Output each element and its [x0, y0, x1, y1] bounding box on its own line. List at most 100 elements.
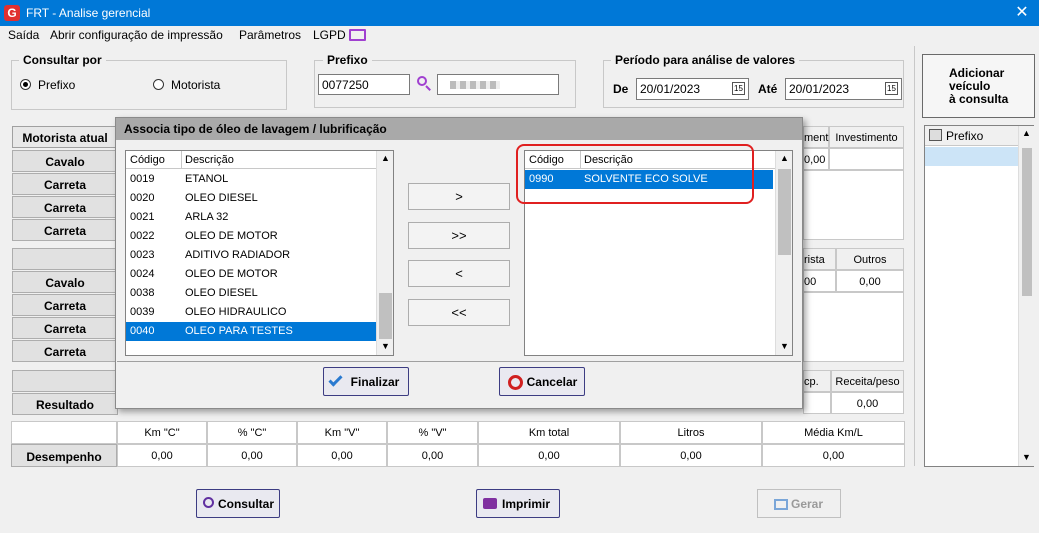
grid-header: Código Descrição	[126, 151, 376, 169]
de-label: De	[613, 82, 629, 96]
desempenho-value: 0,00	[207, 444, 297, 467]
calendar-icon[interactable]: 15	[732, 82, 745, 95]
carreta-button[interactable]: Carreta	[12, 173, 118, 195]
carreta-button[interactable]: Carreta	[12, 196, 118, 218]
menu-parametros[interactable]: Parâmetros	[239, 28, 301, 42]
menu-saida[interactable]: Saída	[8, 28, 39, 42]
prefixo-legend: Prefixo	[323, 53, 372, 67]
desempenho-value: 0,00	[117, 444, 207, 467]
prefixo-list[interactable]: Prefixo ▲ ▼	[924, 125, 1034, 467]
periodo-legend: Período para análise de valores	[611, 53, 800, 67]
cancelar-button[interactable]: Cancelar	[499, 367, 585, 396]
prefixo-list-header-label: Prefixo	[946, 129, 984, 143]
printer-icon	[483, 498, 497, 509]
selected-oils-scrollbar[interactable]: ▲ ▼	[775, 151, 792, 355]
resultado-button[interactable]: Resultado	[12, 393, 118, 415]
oil-row[interactable]: 0019 ETANOL	[126, 170, 376, 189]
cavalo-button[interactable]: Cavalo	[12, 271, 118, 293]
oil-row[interactable]: 0040 OLEO PARA TESTES	[126, 322, 376, 341]
carreta-button[interactable]: Carreta	[12, 340, 118, 362]
imprimir-button[interactable]: Imprimir	[476, 489, 560, 518]
oil-descricao: ETANOL	[185, 173, 229, 185]
carreta-button[interactable]: Carreta	[12, 317, 118, 339]
separator	[914, 46, 915, 466]
desempenho-label[interactable]: Desempenho	[11, 444, 117, 467]
desempenho-header: Km total	[478, 421, 620, 444]
oil-codigo: 0022	[130, 230, 155, 242]
oil-row[interactable]: 0024 OLEO DE MOTOR	[126, 265, 376, 284]
col-descricao-header: Descrição	[185, 154, 234, 166]
prefixo-list-row[interactable]	[925, 147, 1018, 166]
carreta-button[interactable]: Carreta	[12, 219, 118, 241]
search-icon[interactable]	[416, 75, 432, 91]
available-oils-grid[interactable]: Código Descrição 0019 ETANOL 0020 OLEO DIES…	[125, 150, 394, 356]
radio-motorista[interactable]	[153, 79, 164, 90]
oil-row[interactable]: 0020 OLEO DIESEL	[126, 189, 376, 208]
prefixo-list-scrollbar[interactable]: ▲ ▼	[1018, 126, 1034, 466]
scroll-down-icon[interactable]: ▼	[1022, 452, 1031, 462]
desempenho-value: 0,00	[387, 444, 478, 467]
oil-codigo: 0024	[130, 268, 155, 280]
cavalo-button[interactable]: Cavalo	[12, 150, 118, 172]
oil-row[interactable]: 0023 ADITIVO RADIADOR	[126, 246, 376, 265]
oil-descricao: OLEO DIESEL	[185, 287, 258, 299]
cell-value	[829, 148, 904, 170]
scroll-thumb[interactable]	[1022, 148, 1032, 296]
add-vehicle-button[interactable]: Adicionar veículo à consulta	[922, 54, 1035, 118]
oil-descricao: ADITIVO RADIADOR	[185, 249, 291, 261]
oil-codigo: 0021	[130, 211, 155, 223]
oil-row[interactable]: 0021 ARLA 32	[126, 208, 376, 227]
header-blank-button	[12, 248, 118, 270]
desempenho-header: Litros	[620, 421, 762, 444]
desempenho-value: 0,00	[620, 444, 762, 467]
available-oils-rows: 0019 ETANOL 0020 OLEO DIESEL 0021 ARLA 32 0022…	[126, 170, 376, 341]
desempenho-header: Média Km/L	[762, 421, 905, 444]
scroll-thumb[interactable]	[778, 169, 791, 255]
scroll-up-icon[interactable]: ▲	[780, 153, 789, 163]
cell-value	[803, 392, 831, 414]
printer-icon	[929, 129, 942, 141]
gerar-button[interactable]: Gerar	[757, 489, 841, 518]
oil-codigo: 0040	[130, 325, 155, 337]
desempenho-header: Km "V"	[297, 421, 387, 444]
prefixo-input[interactable]: 0077250	[318, 74, 410, 95]
col-header-investimento: Investimento	[829, 126, 904, 148]
radio-prefixo-label[interactable]: Prefixo	[38, 78, 75, 92]
dialog-footer-separator	[117, 361, 801, 362]
remove-all-button[interactable]: <<	[408, 299, 510, 326]
consultar-button[interactable]: Consultar	[196, 489, 280, 518]
monitor-icon[interactable]	[349, 29, 366, 41]
date-ate-input[interactable]: 20/01/2023 15	[785, 78, 902, 100]
date-de-input[interactable]: 20/01/2023 15	[636, 78, 749, 100]
radio-prefixo[interactable]	[20, 79, 31, 90]
available-oils-scrollbar[interactable]: ▲ ▼	[376, 151, 393, 355]
highlight-annotation	[516, 144, 754, 204]
oil-descricao: ARLA 32	[185, 211, 229, 223]
menu-lgpd[interactable]: LGPD	[313, 28, 346, 42]
add-button[interactable]: >	[408, 183, 510, 210]
cell-block	[803, 170, 904, 240]
scroll-up-icon[interactable]: ▲	[381, 153, 390, 163]
menu-print-config[interactable]: Abrir configuração de impressão	[50, 28, 223, 42]
oil-row[interactable]: 0022 OLEO DE MOTOR	[126, 227, 376, 246]
app-logo-icon: G	[4, 5, 20, 21]
remove-button[interactable]: <	[408, 260, 510, 287]
oil-codigo: 0019	[130, 173, 155, 185]
oil-row[interactable]: 0039 OLEO HIDRAULICO	[126, 303, 376, 322]
oil-descricao: OLEO PARA TESTES	[185, 325, 293, 337]
cancel-icon	[508, 375, 523, 390]
scroll-up-icon[interactable]: ▲	[1022, 128, 1031, 138]
finalizar-button[interactable]: Finalizar	[323, 367, 409, 396]
oil-row[interactable]: 0038 OLEO DIESEL	[126, 284, 376, 303]
radio-motorista-label[interactable]: Motorista	[171, 78, 220, 92]
scroll-down-icon[interactable]: ▼	[780, 341, 789, 351]
scroll-down-icon[interactable]: ▼	[381, 341, 390, 351]
search-icon	[203, 497, 214, 508]
add-all-button[interactable]: >>	[408, 222, 510, 249]
close-icon[interactable]: ✕	[1010, 2, 1034, 24]
calendar-icon[interactable]: 15	[885, 82, 898, 95]
motorista-atual-header: Motorista atual	[12, 126, 118, 148]
carreta-button[interactable]: Carreta	[12, 294, 118, 316]
ate-label: Até	[758, 82, 778, 96]
scroll-thumb[interactable]	[379, 293, 392, 339]
